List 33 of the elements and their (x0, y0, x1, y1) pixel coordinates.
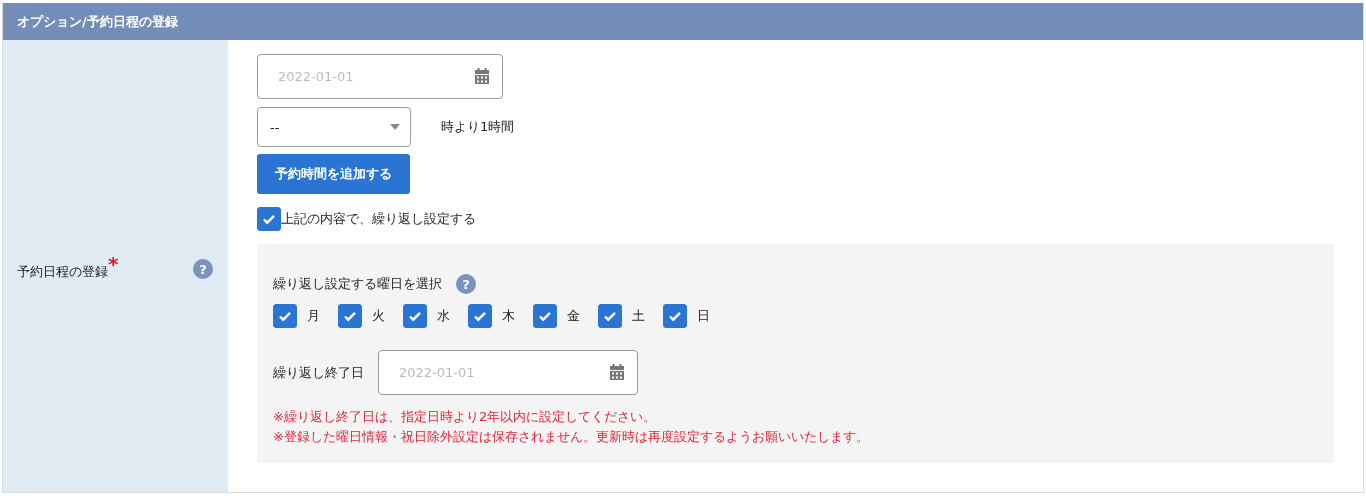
weekday-label: 木 (502, 307, 515, 325)
end-date-field[interactable]: 2022-01-01 (378, 350, 638, 395)
warning-note: ※繰り返し終了日は、指定日時より2年以内に設定してください。 (273, 408, 658, 426)
checkbox[interactable] (403, 304, 427, 328)
weekday-label: 土 (632, 307, 645, 325)
end-date-label: 繰り返し終了日 (273, 363, 364, 382)
checkbox[interactable] (257, 207, 281, 231)
weekday-label: 金 (567, 307, 580, 325)
checkbox[interactable] (663, 304, 687, 328)
hour-select[interactable]: -- (257, 107, 411, 147)
weekday-label: 日 (697, 307, 710, 325)
hour-suffix: 時より1時間 (441, 118, 515, 136)
help-icon[interactable]: ? (193, 259, 213, 279)
field-label: 予約日程の登録 (17, 263, 108, 281)
calendar-icon[interactable] (475, 68, 489, 84)
caret-icon (390, 124, 400, 130)
checkbox[interactable] (468, 304, 492, 328)
calendar-icon[interactable] (610, 364, 624, 380)
weekday-label: 水 (437, 307, 450, 325)
weekday-title: 繰り返し設定する曜日を選択 (273, 275, 442, 293)
weekday-label: 火 (372, 307, 385, 325)
checkbox[interactable] (533, 304, 557, 328)
date-field[interactable]: 2022-01-01 (257, 54, 503, 99)
checkbox[interactable] (273, 304, 297, 328)
weekday-label: 月 (307, 307, 320, 325)
checkbox-label: 上記の内容で、繰り返し設定する (281, 210, 476, 228)
required-mark: * (108, 252, 119, 276)
checkbox[interactable] (598, 304, 622, 328)
add-time-button[interactable]: 予約時間を追加する (257, 154, 410, 194)
checkbox[interactable] (338, 304, 362, 328)
help-icon[interactable]: ? (456, 274, 476, 294)
panel-title: オプション/予約日程の登録 (17, 12, 178, 31)
warning-note: ※登録した曜日情報・祝日除外設定は保存されません。更新時は再度設定するようお願いいたします。 (273, 428, 870, 446)
